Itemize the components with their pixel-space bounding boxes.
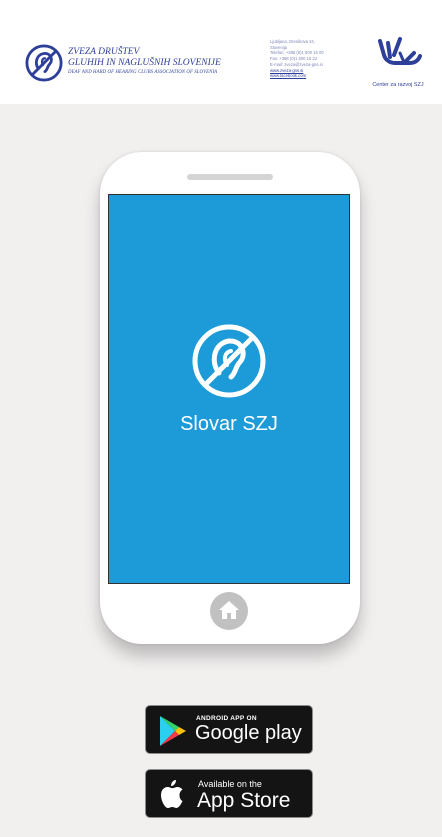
app-store-badge[interactable]: Available on the App Store: [146, 770, 312, 817]
hearing-loop-icon[interactable]: [189, 321, 269, 401]
google-play-icon: [160, 716, 186, 746]
org-name-english: DEAF AND HARD OF HEARING CLUBS ASSOCIATI…: [68, 70, 218, 75]
sign-hand-logo-icon: [378, 37, 422, 65]
contact-info: Ljubljana, Drenikova 24, Slovenija Telef…: [270, 39, 348, 79]
apple-icon: [161, 780, 183, 808]
phone-speaker: [187, 174, 273, 180]
org-name-line2: GLUHIH IN NAGLUŠNIH SLOVENIJE: [68, 58, 221, 68]
header: ZVEZA DRUŠTEV GLUHIH IN NAGLUŠNIH SLOVEN…: [0, 0, 442, 104]
org-name-line1: ZVEZA DRUŠTEV: [68, 47, 140, 57]
phone-screen: Slovar SZJ: [108, 194, 350, 584]
google-play-badge[interactable]: ANDROID APP ON Google play: [146, 706, 312, 753]
app-store-label: App Store: [197, 789, 291, 812]
organization-name: ZVEZA DRUŠTEV GLUHIH IN NAGLUŠNIH SLOVEN…: [68, 47, 264, 76]
phone-mockup: Slovar SZJ: [100, 152, 360, 644]
home-button[interactable]: [210, 592, 248, 630]
google-play-label: Google play: [195, 722, 302, 744]
center-label: Center za razvoj SZJ: [372, 82, 424, 88]
app-store-caption: Available on the: [198, 779, 262, 789]
facebook-link[interactable]: www.facebook.com: [270, 73, 348, 79]
home-icon: [219, 601, 239, 619]
google-play-caption: ANDROID APP ON: [196, 715, 257, 722]
app-title: Slovar SZJ: [180, 413, 278, 435]
ear-logo-icon: [25, 44, 63, 82]
